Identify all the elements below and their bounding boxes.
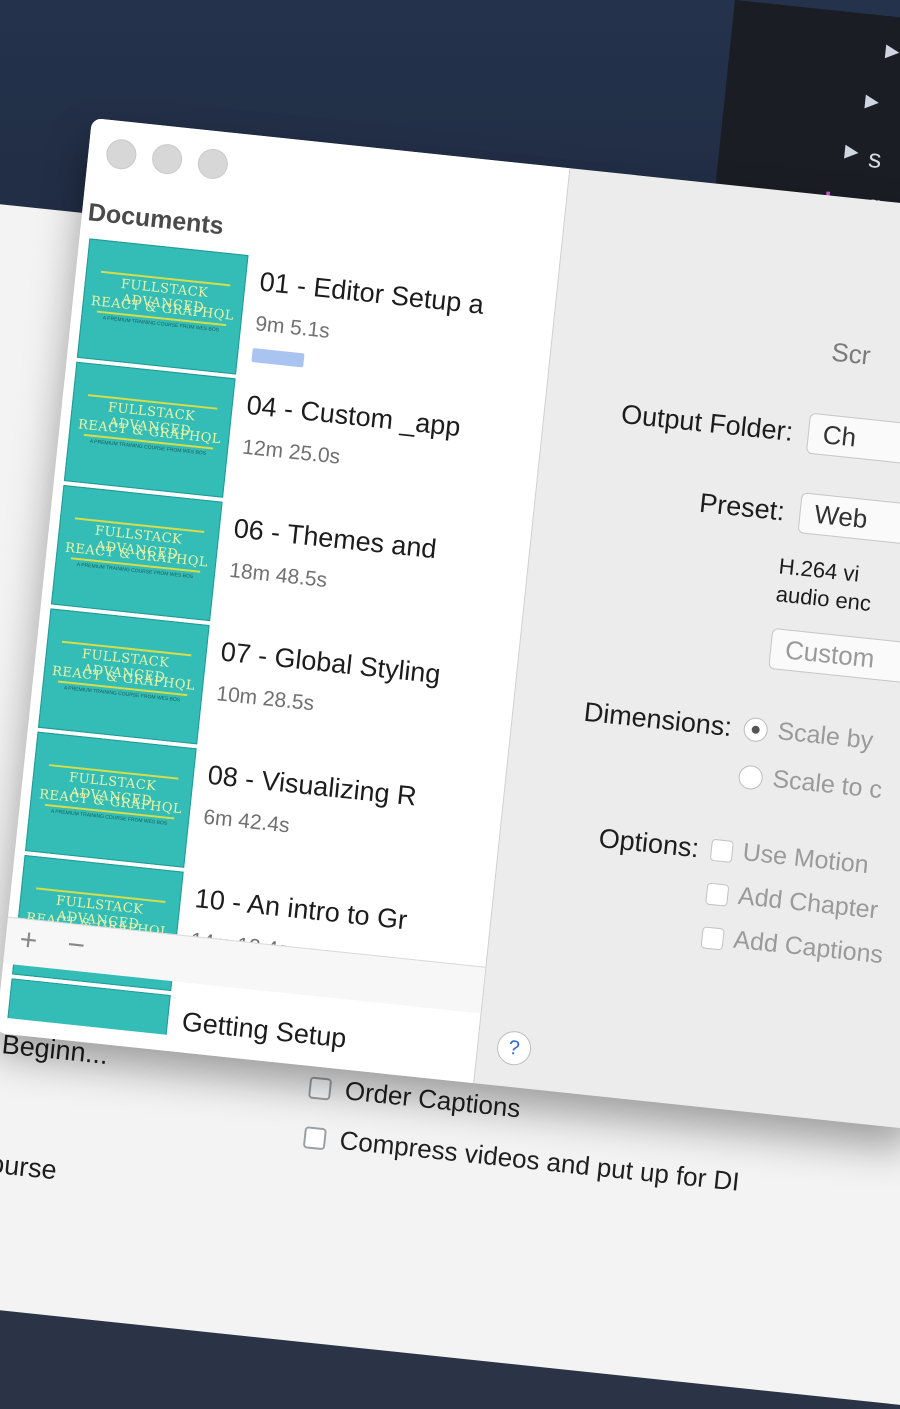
list-item-course[interactable]: ourse [0, 1148, 58, 1186]
radio-button[interactable] [742, 716, 769, 743]
remove-icon[interactable]: − [66, 928, 87, 964]
custom-button[interactable]: Custom [768, 627, 900, 688]
choose-folder-button[interactable]: Ch [805, 412, 900, 470]
document-duration: 9m 5.1s [254, 312, 331, 343]
zoom-button[interactable] [196, 147, 230, 181]
radio-label: Scale by [776, 717, 875, 755]
document-duration: 6m 42.4s [202, 805, 291, 838]
video-thumbnail: FULLSTACK ADVANCED REACT & GRAPHQL A PRE… [63, 361, 236, 498]
disclosure-triangle-icon[interactable]: ▶ [864, 92, 880, 113]
tree-line: ▶ [843, 134, 860, 165]
option-label: Use Motion [741, 838, 871, 880]
minimize-button[interactable] [150, 142, 184, 176]
option-label: Add Chapter [736, 881, 880, 925]
option-label: Add Captions [732, 925, 885, 970]
options-label: Options: [597, 823, 701, 864]
checkbox[interactable] [709, 838, 734, 863]
disclosure-triangle-icon[interactable]: ▶ [844, 142, 860, 163]
tree-line: ▶ [864, 84, 881, 115]
document-duration: 10m 28.5s [215, 682, 316, 716]
tree-label[interactable]: s [865, 145, 884, 176]
checkbox[interactable] [308, 1075, 333, 1101]
radio-button[interactable] [737, 763, 764, 791]
preset-label: Preset: [698, 487, 787, 527]
radio-scale-to[interactable]: Scale to c [737, 761, 883, 805]
progress-bar [251, 348, 305, 368]
checkbox[interactable] [705, 882, 730, 907]
option-use-motion[interactable]: Use Motion [709, 835, 870, 880]
document-duration: 18m 48.5s [228, 558, 329, 593]
todo-label: Compress videos and put up for DI [338, 1124, 741, 1197]
radio-scale-by[interactable]: Scale by [742, 714, 875, 756]
compressor-window: Documents FULLSTACK ADVANCED REACT & GRA… [0, 118, 900, 1130]
checkbox[interactable] [700, 925, 725, 950]
video-thumbnail: FULLSTACK ADVANCED REACT & GRAPHQL A PRE… [37, 608, 210, 745]
checkbox[interactable] [302, 1125, 328, 1150]
document-duration: 12m 25.0s [241, 435, 342, 469]
preset-description: H.264 vi audio enc [775, 552, 876, 618]
pane-title: Scr [830, 336, 872, 371]
todo-compress-videos[interactable]: Compress videos and put up for DI [302, 1121, 741, 1198]
disclosure-triangle-icon[interactable]: ▶ [884, 42, 900, 63]
sidebar-title: Documents [86, 198, 225, 241]
option-add-chapter[interactable]: Add Chapter [705, 879, 879, 926]
radio-label: Scale to c [771, 764, 884, 805]
close-button[interactable] [104, 137, 138, 171]
output-folder-label: Output Folder: [619, 399, 795, 447]
option-add-captions[interactable]: Add Captions [700, 922, 884, 970]
dimensions-label: Dimensions: [582, 696, 734, 743]
tree-line: ▶ [884, 34, 900, 65]
video-thumbnail: FULLSTACK ADVANCED REACT & GRAPHQL A PRE… [76, 238, 249, 375]
preset-select[interactable]: Web [797, 492, 900, 549]
documents-sidebar: Documents FULLSTACK ADVANCED REACT & GRA… [0, 118, 571, 1084]
add-icon[interactable]: + [18, 923, 39, 959]
video-thumbnail: FULLSTACK ADVANCED REACT & GRAPHQL A PRE… [25, 731, 197, 868]
video-thumbnail: FULLSTACK ADVANCED REACT & GRAPHQL A PRE… [50, 485, 223, 622]
